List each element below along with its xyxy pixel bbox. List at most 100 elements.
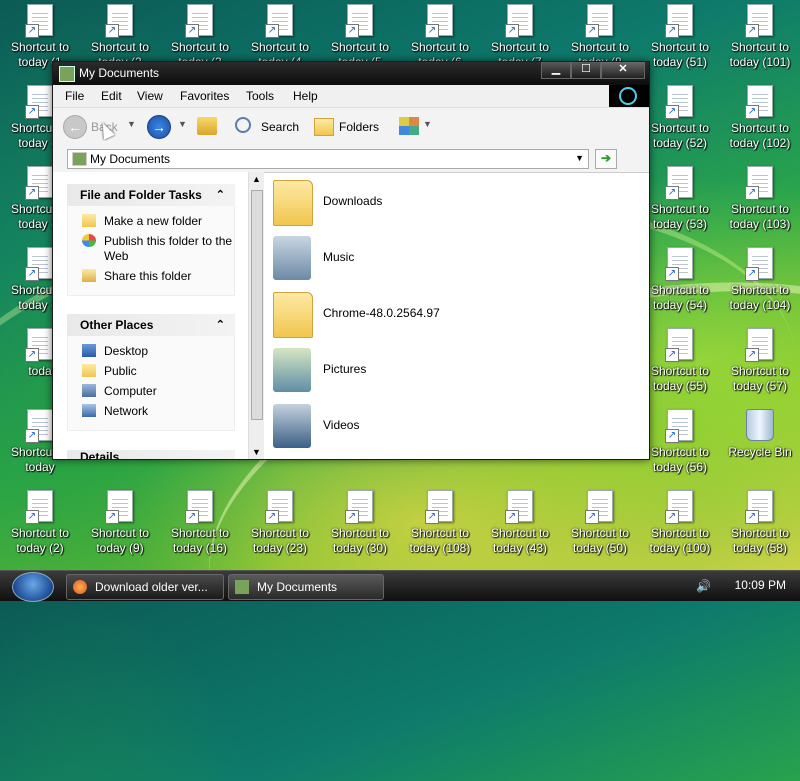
shortcut-arrow-icon: ↗ (745, 267, 759, 281)
title-bar[interactable]: My Documents ▁ ☐ ✕ (53, 62, 649, 85)
task-pane-scrollbar[interactable]: ▲ ▼ (248, 172, 264, 459)
desktop-shortcut[interactable]: ↗Shortcut to today (8 (562, 0, 638, 70)
shortcut-arrow-icon: ↗ (745, 24, 759, 38)
folders-button[interactable]: Folders (339, 120, 379, 134)
shortcut-file-icon: ↗ (745, 85, 773, 119)
panel-title: Other Places (80, 318, 154, 332)
collapse-icon[interactable]: ⌃ (216, 184, 225, 206)
up-folder-button[interactable] (197, 117, 217, 135)
shortcut-file-icon: ↗ (665, 328, 693, 362)
desktop-shortcut[interactable]: ↗ Shortcut to today (1 (2, 0, 78, 70)
panel-header[interactable]: Other Places ⌃ (67, 314, 235, 336)
place-network[interactable]: Network (68, 404, 234, 419)
shortcut-file-icon: ↗ (185, 490, 213, 524)
desktop-icon-label: Shortcut to today (9) (90, 526, 150, 555)
recycle-bin-desktop-icon[interactable]: Recycle Bin (722, 405, 798, 460)
desktop-shortcut[interactable]: ↗ Shortcut to today (51) (642, 0, 718, 70)
desktop-shortcut[interactable]: ↗ Shortcut to today (57) (722, 324, 798, 394)
shortcut-file-icon: ↗ (505, 490, 533, 524)
publish-folder-link[interactable]: Publish this folder to the Web (68, 234, 234, 264)
desktop-shortcut[interactable]: ↗Shortcut to today (6 (402, 0, 478, 70)
shortcut-arrow-icon: ↗ (425, 24, 439, 38)
panel-header[interactable]: Details (67, 450, 235, 459)
menu-tools[interactable]: Tools (246, 89, 274, 103)
desktop-shortcut[interactable]: ↗ Shortcut to today (54) (642, 243, 718, 313)
desktop-shortcut[interactable]: ↗ Shortcut to today (16) (162, 486, 238, 556)
desktop-shortcut[interactable]: ↗ Shortcut to today (56) (642, 405, 718, 475)
desktop-shortcut[interactable]: ↗ Shortcut to today (102) (722, 81, 798, 151)
share-icon (82, 269, 96, 282)
search-button[interactable]: Search (261, 120, 299, 134)
shortcut-arrow-icon: ↗ (25, 510, 39, 524)
shortcut-arrow-icon: ↗ (25, 429, 39, 443)
desktop-shortcut[interactable]: ↗Shortcut to today (4 (242, 0, 318, 70)
desktop-shortcut[interactable]: ↗ Shortcut to today (104) (722, 243, 798, 313)
panel-title: File and Folder Tasks (80, 188, 202, 202)
share-folder-link[interactable]: Share this folder (68, 269, 234, 284)
collapse-icon[interactable]: ⌃ (216, 314, 225, 336)
shortcut-file-icon: ↗ (25, 409, 53, 443)
views-dropdown-icon[interactable]: ▼ (423, 119, 432, 129)
menu-help[interactable]: Help (293, 89, 318, 103)
desktop-shortcut[interactable]: ↗ Shortcut to today (108) (402, 486, 478, 556)
network-icon (82, 404, 96, 417)
desktop-shortcut[interactable]: ↗ Shortcut to today (100) (642, 486, 718, 556)
public-folder-icon (82, 364, 96, 377)
clock[interactable]: 10:09 PM (735, 578, 786, 592)
desktop-shortcut[interactable]: ↗Shortcut to today (3 (162, 0, 238, 70)
desktop-shortcut[interactable]: ↗ Shortcut to today (55) (642, 324, 718, 394)
shortcut-arrow-icon: ↗ (665, 429, 679, 443)
menu-file[interactable]: File (65, 89, 84, 103)
desktop-shortcut[interactable]: ↗ Shortcut to today (43) (482, 486, 558, 556)
desktop-shortcut[interactable]: ↗ Shortcut to today (101) (722, 0, 798, 70)
task-browser[interactable]: Download older ver... (66, 574, 224, 600)
back-dropdown-icon[interactable]: ▼ (127, 119, 136, 129)
shortcut-file-icon: ↗ (585, 4, 613, 38)
details-panel: Details (67, 450, 235, 459)
desktop-shortcut[interactable]: ↗Shortcut to today (5 (322, 0, 398, 70)
desktop-shortcut[interactable]: ↗ Shortcut to today (9) (82, 486, 158, 556)
desktop-shortcut[interactable]: ↗ Shortcut to today (103) (722, 162, 798, 232)
shortcut-arrow-icon: ↗ (265, 24, 279, 38)
scroll-down-icon[interactable]: ▼ (249, 445, 264, 459)
task-label: Make a new folder (104, 214, 203, 228)
go-button[interactable]: ➔ (595, 149, 617, 169)
make-new-folder-link[interactable]: Make a new folder (68, 214, 234, 229)
address-dropdown-icon[interactable]: ▼ (575, 153, 584, 163)
desktop-shortcut[interactable]: ↗Shortcut to today (2 (82, 0, 158, 70)
address-field[interactable]: My Documents ▼ (67, 149, 589, 169)
desktop-shortcut[interactable]: ↗ Shortcut to today (58) (722, 486, 798, 556)
desktop-shortcut[interactable]: ↗ Shortcut to today (52) (642, 81, 718, 151)
menu-favorites[interactable]: Favorites (180, 89, 229, 103)
menu-edit[interactable]: Edit (101, 89, 122, 103)
maximize-button[interactable]: ☐ (571, 62, 601, 79)
desktop-shortcut[interactable]: ↗ Shortcut to today (53) (642, 162, 718, 232)
place-label: Desktop (104, 344, 149, 358)
forward-dropdown-icon[interactable]: ▼ (178, 119, 187, 129)
views-icon[interactable] (399, 117, 419, 135)
menu-view[interactable]: View (137, 89, 163, 103)
back-arrow-icon[interactable]: ← (63, 115, 87, 139)
task-my-documents[interactable]: My Documents (228, 574, 384, 600)
place-desktop[interactable]: Desktop (68, 344, 234, 359)
desktop-shortcut[interactable]: ↗ Shortcut to today (2) (2, 486, 78, 556)
minimize-button[interactable]: ▁ (541, 62, 571, 79)
panel-header[interactable]: File and Folder Tasks ⌃ (67, 184, 235, 206)
place-computer[interactable]: Computer (68, 384, 234, 399)
volume-icon[interactable]: 🔊 (696, 579, 711, 593)
menu-bar: File Edit View Favorites Tools Help (53, 85, 649, 108)
scroll-up-icon[interactable]: ▲ (249, 172, 264, 186)
forward-button[interactable]: → (147, 115, 171, 139)
scroll-thumb[interactable] (251, 190, 263, 420)
desktop-shortcut[interactable]: ↗Shortcut to today (7 (482, 0, 558, 70)
desktop-shortcut[interactable]: ↗ Shortcut to today (30) (322, 486, 398, 556)
close-button[interactable]: ✕ (601, 62, 645, 79)
shortcut-file-icon: ↗ (745, 490, 773, 524)
start-button[interactable] (12, 572, 54, 602)
desktop-shortcut[interactable]: ↗ Shortcut to today (23) (242, 486, 318, 556)
desktop-shortcut[interactable]: ↗ Shortcut to today (50) (562, 486, 638, 556)
desktop-icon-label: Shortcut to today (51) (650, 40, 710, 69)
taskbar: Download older ver... My Documents 🔊 10:… (0, 570, 800, 602)
file-name: Videos (323, 418, 360, 432)
place-public[interactable]: Public (68, 364, 234, 379)
